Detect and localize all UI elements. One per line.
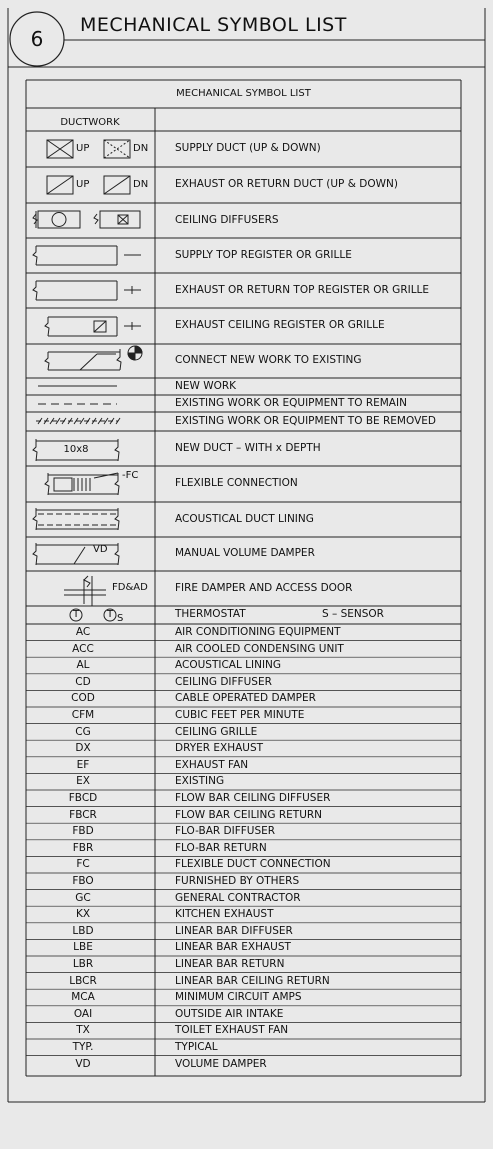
sheet-number: 6 <box>30 27 44 51</box>
abbreviation-code: FBCD <box>68 792 98 804</box>
symbol-description: FIRE DAMPER AND ACCESS DOOR <box>175 581 353 594</box>
exhaust-duct-up-label: UP <box>76 179 90 190</box>
abbreviation-code: TYP. <box>72 1041 94 1053</box>
abbreviation-description: EXHAUST FAN <box>175 758 249 771</box>
abbreviation-code: AL <box>76 659 90 672</box>
symbol-description: EXISTING WORK OR EQUIPMENT TO BE REMOVED <box>175 414 436 427</box>
abbreviation-code: CG <box>75 725 91 738</box>
volume-damper-label: VD <box>93 544 108 555</box>
thermostat-letter: T <box>72 609 80 620</box>
abbreviation-description: AIR CONDITIONING EQUIPMENT <box>175 626 341 638</box>
abbreviation-description: LINEAR BAR RETURN <box>175 958 285 970</box>
abbreviation-description: CUBIC FEET PER MINUTE <box>175 709 305 721</box>
abbreviation-code: FBO <box>72 875 94 887</box>
abbreviation-description: GENERAL CONTRACTOR <box>175 891 301 904</box>
symbol-description: NEW WORK <box>175 379 237 392</box>
flexible-connection-label: -FC <box>122 470 139 481</box>
abbreviation-code: FBD <box>72 825 94 838</box>
abbreviation-description: TOILET EXHAUST FAN <box>175 1024 289 1037</box>
abbreviation-code: DX <box>75 742 91 755</box>
abbreviation-description: FLO-BAR RETURN <box>175 841 267 854</box>
symbol-description: MANUAL VOLUME DAMPER <box>175 547 315 559</box>
abbreviation-description: FURNISHED BY OTHERS <box>175 875 300 887</box>
symbol-description: SUPPLY DUCT (UP & DOWN) <box>175 142 321 154</box>
symbol-description: NEW DUCT – WITH x DEPTH <box>175 441 321 454</box>
abbreviation-code: LBD <box>72 924 94 937</box>
abbreviation-code: FC <box>76 858 90 871</box>
abbreviation-description: TYPICAL <box>175 1041 218 1053</box>
abbreviation-description: CEILING GRILLE <box>175 725 258 738</box>
symbol-description: ACOUSTICAL DUCT LINING <box>175 512 314 525</box>
abbreviation-code: OAI <box>73 1007 93 1020</box>
abbreviation-code: LBE <box>73 941 93 954</box>
abbreviation-code: LBCR <box>69 974 97 987</box>
section-label-ductwork: DUCTWORK <box>60 117 120 128</box>
sensor-letter: T <box>106 609 114 620</box>
abbreviation-code: FBCR <box>69 808 97 821</box>
abbreviation-description: EXISTING <box>175 775 225 788</box>
abbreviation-description: AIR COOLED CONDENSING UNIT <box>175 642 344 655</box>
abbreviation-code: VD <box>75 1057 91 1070</box>
abbreviation-code: AC <box>75 626 91 638</box>
abbreviation-description: LINEAR BAR DIFFUSER <box>175 924 293 937</box>
abbreviation-description: LINEAR BAR CEILING RETURN <box>175 974 330 987</box>
symbol-description: CEILING DIFFUSERS <box>175 213 279 226</box>
exhaust-duct-down-label: DN <box>133 179 149 190</box>
abbreviation-code: EX <box>76 775 90 788</box>
abbreviation-code: CD <box>75 675 91 688</box>
symbol-description: CONNECT NEW WORK TO EXISTING <box>175 354 362 366</box>
sensor-subscript: S <box>117 613 124 624</box>
symbol-description: EXHAUST OR RETURN TOP REGISTER OR GRILLE <box>175 283 430 296</box>
abbreviation-description: VOLUME DAMPER <box>175 1057 267 1070</box>
abbreviation-code: FBR <box>72 841 94 854</box>
abbreviation-description: FLEXIBLE DUCT CONNECTION <box>175 858 331 871</box>
supply-duct-down-label: DN <box>133 143 149 154</box>
abbreviation-code: MCA <box>71 991 95 1004</box>
symbol-description: EXHAUST OR RETURN DUCT (UP & DOWN) <box>175 178 398 190</box>
abbreviation-code: KX <box>75 908 91 921</box>
abbreviation-code: CFM <box>71 709 95 721</box>
fire-damper-label: FD&AD <box>112 582 148 593</box>
drawing-sheet: 6 MECHANICAL SYMBOL LIST MECHANICAL SYMBOL… <box>0 0 493 1149</box>
abbreviation-description: MINIMUM CIRCUIT AMPS <box>175 991 302 1004</box>
abbreviation-description: DRYER EXHAUST <box>175 742 264 755</box>
abbreviation-code: COD <box>71 692 95 705</box>
symbol-description: FLEXIBLE CONNECTION <box>175 477 298 489</box>
abbreviation-description: ACOUSTICAL LINING <box>175 659 282 672</box>
table-title: MECHANICAL SYMBOL LIST <box>176 88 311 99</box>
abbreviation-code: TX <box>76 1024 90 1037</box>
symbol-description: EXHAUST CEILING REGISTER OR GRILLE <box>175 319 385 331</box>
abbreviation-code: ACC <box>72 642 94 655</box>
symbol-description: SUPPLY TOP REGISTER OR GRILLE <box>175 248 352 261</box>
symbol-description: THERMOSTAT <box>175 608 246 620</box>
abbreviation-code: GC <box>75 891 91 904</box>
abbreviation-description: KITCHEN EXHAUST <box>175 908 274 921</box>
abbreviation-description: LINEAR BAR EXHAUST <box>175 941 291 954</box>
abbreviation-description: OUTSIDE AIR INTAKE <box>175 1007 284 1020</box>
abbreviation-code: LBR <box>72 958 94 970</box>
table-text-layer: 6 MECHANICAL SYMBOL LIST MECHANICAL SYMBOL… <box>0 0 493 1149</box>
sheet-title: MECHANICAL SYMBOL LIST <box>80 14 347 36</box>
new-duct-size-label: 10x8 <box>63 444 89 455</box>
abbreviation-description: FLOW BAR CEILING DIFFUSER <box>175 792 331 804</box>
abbreviation-description: CEILING DIFFUSER <box>175 675 272 688</box>
abbreviation-description: FLOW BAR CEILING RETURN <box>175 808 323 821</box>
abbreviation-description: FLO-BAR DIFFUSER <box>175 825 276 838</box>
supply-duct-up-label: UP <box>76 143 90 154</box>
symbol-description: EXISTING WORK OR EQUIPMENT TO REMAIN <box>175 396 407 409</box>
abbreviation-code: EF <box>76 758 90 771</box>
abbreviation-description: CABLE OPERATED DAMPER <box>175 692 316 705</box>
symbol-description-secondary: S – SENSOR <box>322 608 384 620</box>
